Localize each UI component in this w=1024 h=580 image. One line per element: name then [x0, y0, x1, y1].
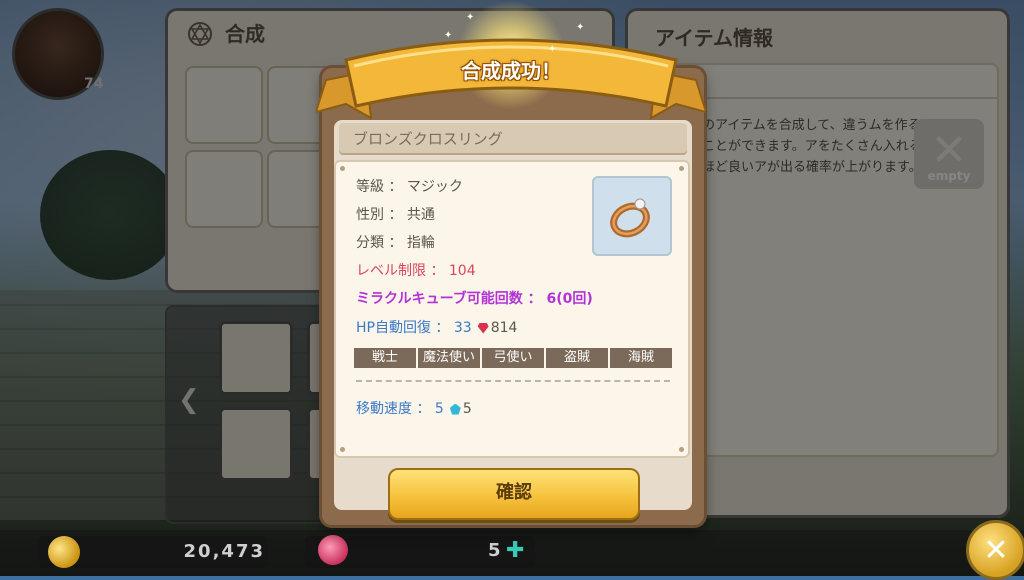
stat-level-limit: レベル制限 ： 104 — [356, 263, 476, 279]
stat-move-speed: 移動速度 ： 5 5 — [356, 398, 472, 418]
candy-value: 5 — [488, 540, 501, 561]
hp-regen-bonus: 814 — [490, 320, 518, 336]
red-gem-icon — [477, 322, 489, 334]
close-icon: ✕ — [983, 532, 1009, 568]
success-banner: ✦ ✦ ✦ ✦ 合成成功！ — [316, 0, 706, 140]
job-tag: 盗賊 — [546, 348, 608, 368]
rivet — [679, 447, 684, 452]
stat-gender: 性別 ： 共通 — [356, 207, 435, 223]
item-image — [592, 176, 672, 256]
plus-icon[interactable]: ✚ — [506, 538, 524, 563]
sparkle: ✦ — [466, 12, 475, 23]
item-detail-card: 等級 ： マジック 性別 ： 共通 分類 ： 指輪 レベル制限 ： 104 ミラ… — [334, 160, 690, 458]
job-tag: 弓使い — [482, 348, 544, 368]
divider — [356, 380, 670, 382]
stat-hp-regen: HP自動回復 ： 33 814 — [356, 317, 517, 337]
move-speed-bonus: 5 — [462, 401, 472, 417]
banner-text: 合成成功！ — [461, 59, 561, 83]
rivet — [679, 166, 684, 171]
move-speed-label: 移動速度 ： 5 — [356, 401, 444, 417]
hp-regen-label: HP自動回復 ： 33 — [356, 320, 472, 336]
job-tag: 戦士 — [354, 348, 416, 368]
rivet — [340, 447, 345, 452]
stat-grade: 等級 ： マジック — [356, 179, 463, 195]
stat-miracle-cube: ミラクルキューブ可能回数 ： 6(0回) — [356, 291, 593, 307]
sparkle: ✦ — [576, 22, 585, 33]
job-tag: 海賊 — [610, 348, 672, 368]
close-button[interactable]: ✕ — [966, 520, 1024, 580]
job-list: 戦士 魔法使い 弓使い 盗賊 海賊 — [354, 348, 672, 368]
sparkle: ✦ — [444, 30, 453, 41]
rivet — [340, 166, 345, 171]
ring-icon — [610, 198, 650, 238]
blue-gem-icon — [449, 403, 461, 415]
candy-icon — [318, 535, 348, 565]
job-tag: 魔法使い — [418, 348, 480, 368]
sparkle: ✦ — [548, 44, 557, 55]
gold-value: 20,473 — [183, 541, 265, 562]
confirm-button[interactable]: 確認 — [388, 468, 640, 520]
stat-category: 分類 ： 指輪 — [356, 235, 435, 251]
